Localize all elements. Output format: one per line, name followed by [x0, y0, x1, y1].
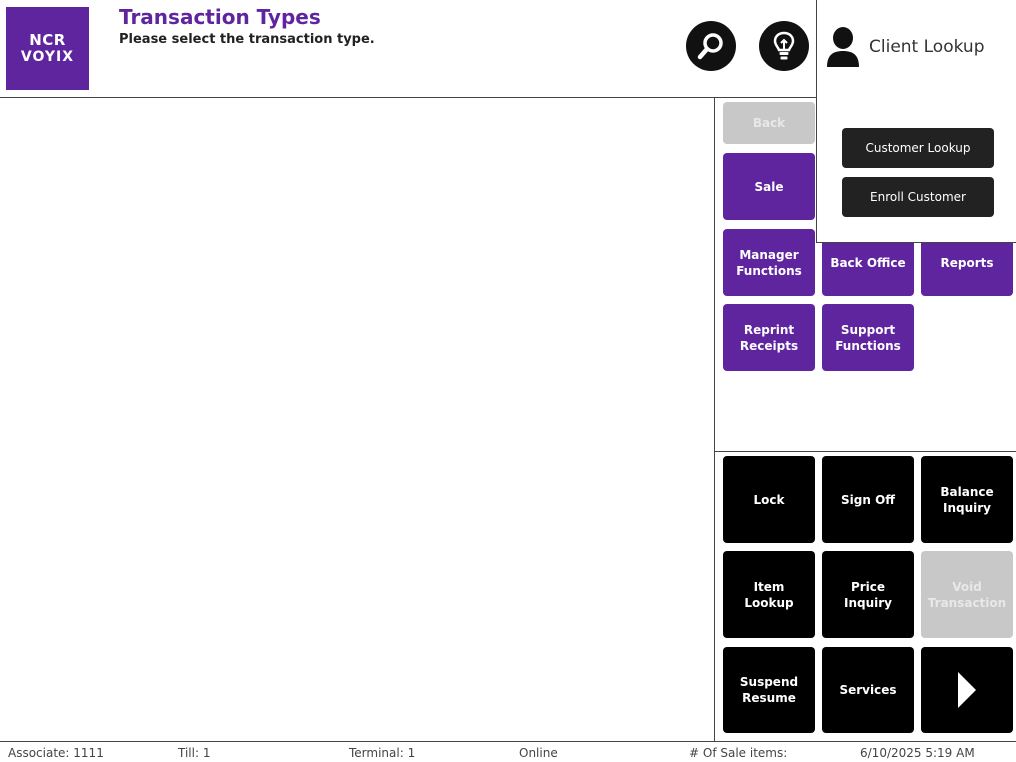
reprint-receipts-button[interactable]: Reprint Receipts	[723, 304, 815, 371]
main-content-area	[0, 98, 714, 741]
till-status: Till: 1	[178, 746, 211, 760]
client-lookup-label: Client Lookup	[869, 37, 985, 57]
status-bar: Associate: 1111 Till: 1 Terminal: 1 Onli…	[0, 741, 1016, 762]
next-page-button[interactable]	[921, 647, 1013, 733]
price-inquiry-button[interactable]: Price Inquiry	[822, 551, 914, 638]
logo-text-bottom: VOYIX	[20, 48, 75, 65]
search-button[interactable]	[686, 21, 736, 71]
datetime-display: 6/10/2025 5:19 AM	[860, 746, 975, 760]
ncr-voyix-logo: NCR VOYIX	[6, 7, 89, 90]
user-icon	[827, 27, 859, 67]
lightbulb-icon	[773, 31, 795, 60]
customer-lookup-button[interactable]: Customer Lookup	[842, 128, 994, 168]
support-functions-button[interactable]: Support Functions	[822, 304, 914, 371]
services-button[interactable]: Services	[822, 647, 914, 733]
client-lookup-toggle[interactable]: Client Lookup	[825, 26, 984, 68]
search-icon	[697, 33, 723, 60]
manager-functions-button[interactable]: Manager Functions	[723, 229, 815, 296]
sign-off-button[interactable]: Sign Off	[822, 456, 914, 543]
client-lookup-panel: Client Lookup Customer Lookup Enroll Cus…	[816, 0, 1016, 243]
logo-text-top: NCR	[29, 30, 66, 49]
sale-items-count: # Of Sale items:	[689, 746, 788, 760]
panel-divider	[715, 451, 1016, 452]
connection-status: Online	[519, 746, 558, 760]
page-title: Transaction Types	[119, 5, 321, 29]
associate-status: Associate: 1111	[8, 746, 104, 760]
suspend-resume-button[interactable]: Suspend Resume	[723, 647, 815, 733]
page-subtitle: Please select the transaction type.	[119, 32, 375, 47]
lock-button[interactable]: Lock	[723, 456, 815, 543]
balance-inquiry-button[interactable]: Balance Inquiry	[921, 456, 1013, 543]
idea-button[interactable]	[759, 21, 809, 71]
item-lookup-button[interactable]: Item Lookup	[723, 551, 815, 638]
enroll-customer-button[interactable]: Enroll Customer	[842, 177, 994, 217]
sale-button[interactable]: Sale	[723, 153, 815, 220]
terminal-status: Terminal: 1	[349, 746, 416, 760]
back-button[interactable]: Back	[723, 102, 815, 144]
void-transaction-button[interactable]: Void Transaction	[921, 551, 1013, 638]
arrow-right-icon	[958, 672, 976, 708]
